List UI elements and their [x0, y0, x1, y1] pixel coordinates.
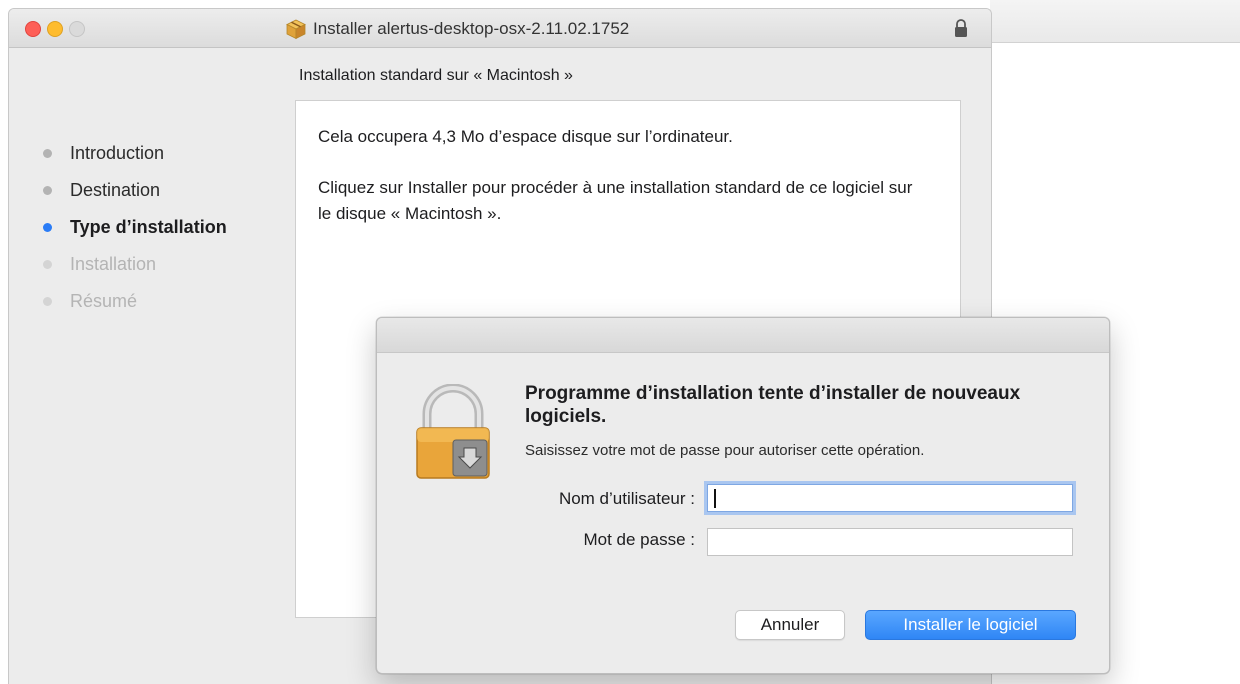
background-window-titlebar: [990, 0, 1240, 43]
window-title: Installer alertus-desktop-osx-2.11.02.17…: [313, 19, 630, 38]
step-summary: Résumé: [43, 283, 227, 320]
step-indicator: [43, 260, 52, 269]
install-software-button[interactable]: Installer le logiciel: [865, 610, 1076, 640]
username-input[interactable]: [707, 484, 1073, 512]
text-caret: [714, 489, 716, 508]
steps-sidebar: Introduction Destination Type d’installa…: [43, 135, 227, 320]
close-button[interactable]: [25, 21, 41, 37]
step-indicator: [43, 149, 52, 158]
step-installation-type: Type d’installation: [43, 209, 227, 246]
lock-icon: [416, 384, 490, 479]
titlebar: Installer alertus-desktop-osx-2.11.02.17…: [9, 9, 991, 48]
password-label: Mot de passe :: [583, 530, 695, 549]
step-label: Destination: [70, 180, 161, 200]
step-label: Résumé: [70, 291, 138, 311]
dialog-titlebar: [377, 318, 1109, 353]
step-label: Introduction: [70, 143, 165, 163]
dialog-subtext: Saisissez votre mot de passe pour autori…: [525, 442, 925, 459]
disk-space-text: Cela occupera 4,3 Mo d’espace disque sur…: [318, 127, 733, 146]
cancel-button[interactable]: Annuler: [735, 610, 845, 640]
dialog-heading: Programme d’installation tente d’install…: [525, 383, 1021, 427]
minimize-button[interactable]: [47, 21, 63, 37]
step-introduction: Introduction: [43, 135, 227, 172]
step-indicator: [43, 186, 52, 195]
step-indicator-current: [43, 223, 52, 232]
authentication-dialog: Programme d’installation tente d’install…: [376, 317, 1110, 674]
zoom-button[interactable]: [69, 21, 85, 37]
username-label: Nom d’utilisateur :: [558, 489, 695, 508]
install-instruction-text: Cliquez sur Installer pour procéder à un…: [318, 178, 913, 223]
section-title: Installation standard sur « Macintosh »: [299, 67, 573, 84]
password-input[interactable]: [707, 528, 1073, 556]
step-indicator: [43, 297, 52, 306]
window-title-group: Installer alertus-desktop-osx-2.11.02.17…: [285, 17, 629, 41]
step-installation: Installation: [43, 246, 227, 283]
step-label: Type d’installation: [70, 217, 227, 237]
step-destination: Destination: [43, 172, 227, 209]
package-icon: [286, 19, 306, 40]
lock-icon: [955, 19, 967, 37]
step-label: Installation: [70, 254, 157, 274]
